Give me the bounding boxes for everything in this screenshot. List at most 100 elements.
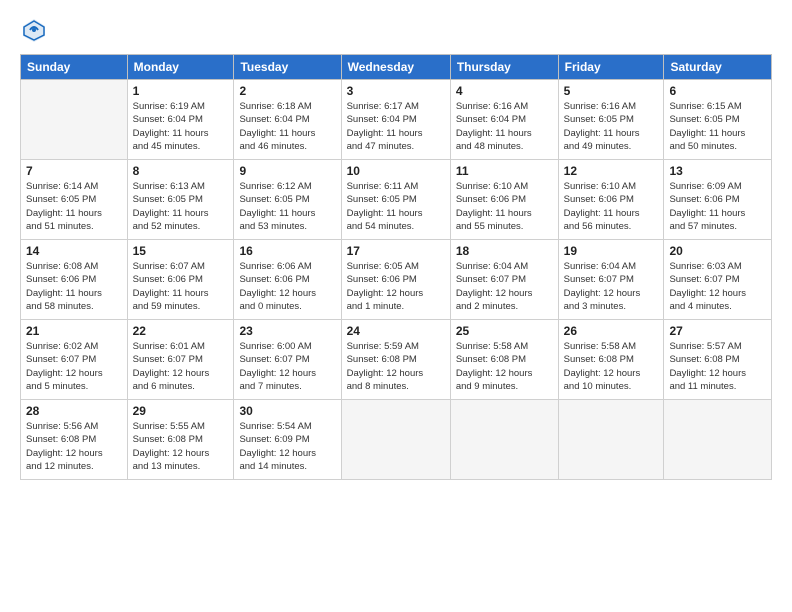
day-number: 1 — [133, 84, 229, 98]
day-number: 15 — [133, 244, 229, 258]
day-number: 11 — [456, 164, 553, 178]
day-of-week-header: Friday — [558, 55, 664, 80]
day-info: Sunrise: 5:57 AM Sunset: 6:08 PM Dayligh… — [669, 340, 766, 393]
calendar-cell: 2Sunrise: 6:18 AM Sunset: 6:04 PM Daylig… — [234, 80, 341, 160]
day-number: 26 — [564, 324, 659, 338]
day-number: 27 — [669, 324, 766, 338]
calendar-cell: 22Sunrise: 6:01 AM Sunset: 6:07 PM Dayli… — [127, 320, 234, 400]
day-info: Sunrise: 6:09 AM Sunset: 6:06 PM Dayligh… — [669, 180, 766, 233]
calendar-cell — [341, 400, 450, 480]
day-info: Sunrise: 5:59 AM Sunset: 6:08 PM Dayligh… — [347, 340, 445, 393]
day-of-week-header: Saturday — [664, 55, 772, 80]
calendar-week-row: 7 Sunrise: 6:14 AM Sunset: 6:05 PM Daylig… — [21, 160, 772, 240]
day-number: 24 — [347, 324, 445, 338]
calendar-cell: 9 Sunrise: 6:12 AM Sunset: 6:05 PM Daylig… — [234, 160, 341, 240]
calendar-cell: 8Sunrise: 6:13 AM Sunset: 6:05 PM Daylig… — [127, 160, 234, 240]
day-number: 19 — [564, 244, 659, 258]
day-info: Sunrise: 5:56 AM Sunset: 6:08 PM Dayligh… — [26, 420, 122, 473]
calendar-cell: 24 Sunrise: 5:59 AM Sunset: 6:08 PM Dayli… — [341, 320, 450, 400]
day-info: Sunrise: 6:06 AM Sunset: 6:06 PM Dayligh… — [239, 260, 335, 313]
day-info: Sunrise: 6:00 AM Sunset: 6:07 PM Dayligh… — [239, 340, 335, 393]
day-info: Sunrise: 6:05 AM Sunset: 6:06 PM Dayligh… — [347, 260, 445, 313]
day-number: 16 — [239, 244, 335, 258]
calendar-cell — [558, 400, 664, 480]
day-info: Sunrise: 6:19 AM Sunset: 6:04 PM Dayligh… — [133, 100, 229, 153]
day-info: Sunrise: 6:14 AM Sunset: 6:05 PM Dayligh… — [26, 180, 122, 233]
day-info: Sunrise: 6:10 AM Sunset: 6:06 PM Dayligh… — [456, 180, 553, 233]
calendar-cell: 29 Sunrise: 5:55 AM Sunset: 6:08 PM Dayli… — [127, 400, 234, 480]
day-of-week-header: Tuesday — [234, 55, 341, 80]
calendar-cell: 20 Sunrise: 6:03 AM Sunset: 6:07 PM Dayli… — [664, 240, 772, 320]
day-info: Sunrise: 6:18 AM Sunset: 6:04 PM Dayligh… — [239, 100, 335, 153]
day-info: Sunrise: 5:54 AM Sunset: 6:09 PM Dayligh… — [239, 420, 335, 473]
day-number: 17 — [347, 244, 445, 258]
day-number: 6 — [669, 84, 766, 98]
calendar-week-row: 1 Sunrise: 6:19 AM Sunset: 6:04 PM Daylig… — [21, 80, 772, 160]
calendar-week-row: 14 Sunrise: 6:08 AM Sunset: 6:06 PM Dayli… — [21, 240, 772, 320]
calendar-cell — [450, 400, 558, 480]
day-number: 12 — [564, 164, 659, 178]
day-number: 14 — [26, 244, 122, 258]
calendar-cell: 10 Sunrise: 6:11 AM Sunset: 6:05 PM Dayli… — [341, 160, 450, 240]
calendar-cell: 3 Sunrise: 6:17 AM Sunset: 6:04 PM Daylig… — [341, 80, 450, 160]
day-number: 8 — [133, 164, 229, 178]
day-number: 10 — [347, 164, 445, 178]
day-info: Sunrise: 6:08 AM Sunset: 6:06 PM Dayligh… — [26, 260, 122, 313]
day-info: Sunrise: 6:03 AM Sunset: 6:07 PM Dayligh… — [669, 260, 766, 313]
calendar-cell — [664, 400, 772, 480]
calendar-header-row: SundayMondayTuesdayWednesdayThursdayFrid… — [21, 55, 772, 80]
calendar-cell: 23 Sunrise: 6:00 AM Sunset: 6:07 PM Dayli… — [234, 320, 341, 400]
calendar-week-row: 28 Sunrise: 5:56 AM Sunset: 6:08 PM Dayli… — [21, 400, 772, 480]
calendar-cell: 13Sunrise: 6:09 AM Sunset: 6:06 PM Dayli… — [664, 160, 772, 240]
day-info: Sunrise: 6:04 AM Sunset: 6:07 PM Dayligh… — [564, 260, 659, 313]
calendar-cell: 16 Sunrise: 6:06 AM Sunset: 6:06 PM Dayli… — [234, 240, 341, 320]
day-number: 4 — [456, 84, 553, 98]
calendar-cell: 14 Sunrise: 6:08 AM Sunset: 6:06 PM Dayli… — [21, 240, 128, 320]
calendar-cell — [21, 80, 128, 160]
day-info: Sunrise: 6:16 AM Sunset: 6:04 PM Dayligh… — [456, 100, 553, 153]
calendar-cell: 5 Sunrise: 6:16 AM Sunset: 6:05 PM Daylig… — [558, 80, 664, 160]
day-number: 5 — [564, 84, 659, 98]
day-number: 23 — [239, 324, 335, 338]
calendar-week-row: 21 Sunrise: 6:02 AM Sunset: 6:07 PM Dayli… — [21, 320, 772, 400]
day-number: 21 — [26, 324, 122, 338]
calendar-cell: 21 Sunrise: 6:02 AM Sunset: 6:07 PM Dayli… — [21, 320, 128, 400]
day-info: Sunrise: 6:10 AM Sunset: 6:06 PM Dayligh… — [564, 180, 659, 233]
day-number: 25 — [456, 324, 553, 338]
calendar-cell: 30 Sunrise: 5:54 AM Sunset: 6:09 PM Dayli… — [234, 400, 341, 480]
day-info: Sunrise: 6:04 AM Sunset: 6:07 PM Dayligh… — [456, 260, 553, 313]
calendar-cell: 26 Sunrise: 5:58 AM Sunset: 6:08 PM Dayli… — [558, 320, 664, 400]
calendar-cell: 27 Sunrise: 5:57 AM Sunset: 6:08 PM Dayli… — [664, 320, 772, 400]
day-number: 29 — [133, 404, 229, 418]
calendar-cell: 19 Sunrise: 6:04 AM Sunset: 6:07 PM Dayli… — [558, 240, 664, 320]
calendar-cell: 4 Sunrise: 6:16 AM Sunset: 6:04 PM Daylig… — [450, 80, 558, 160]
calendar-cell: 6 Sunrise: 6:15 AM Sunset: 6:05 PM Daylig… — [664, 80, 772, 160]
page: SundayMondayTuesdayWednesdayThursdayFrid… — [0, 0, 792, 612]
day-info: Sunrise: 5:55 AM Sunset: 6:08 PM Dayligh… — [133, 420, 229, 473]
day-info: Sunrise: 6:15 AM Sunset: 6:05 PM Dayligh… — [669, 100, 766, 153]
day-number: 7 — [26, 164, 122, 178]
day-number: 22 — [133, 324, 229, 338]
calendar-cell: 1 Sunrise: 6:19 AM Sunset: 6:04 PM Daylig… — [127, 80, 234, 160]
calendar-cell: 28 Sunrise: 5:56 AM Sunset: 6:08 PM Dayli… — [21, 400, 128, 480]
calendar-cell: 7 Sunrise: 6:14 AM Sunset: 6:05 PM Daylig… — [21, 160, 128, 240]
day-number: 18 — [456, 244, 553, 258]
day-info: Sunrise: 6:11 AM Sunset: 6:05 PM Dayligh… — [347, 180, 445, 233]
day-number: 9 — [239, 164, 335, 178]
calendar-cell: 25Sunrise: 5:58 AM Sunset: 6:08 PM Dayli… — [450, 320, 558, 400]
calendar-cell: 18 Sunrise: 6:04 AM Sunset: 6:07 PM Dayli… — [450, 240, 558, 320]
logo — [20, 16, 52, 44]
calendar-cell: 17 Sunrise: 6:05 AM Sunset: 6:06 PM Dayli… — [341, 240, 450, 320]
day-info: Sunrise: 6:17 AM Sunset: 6:04 PM Dayligh… — [347, 100, 445, 153]
day-number: 30 — [239, 404, 335, 418]
day-info: Sunrise: 6:07 AM Sunset: 6:06 PM Dayligh… — [133, 260, 229, 313]
day-number: 20 — [669, 244, 766, 258]
day-number: 28 — [26, 404, 122, 418]
day-of-week-header: Sunday — [21, 55, 128, 80]
day-info: Sunrise: 6:16 AM Sunset: 6:05 PM Dayligh… — [564, 100, 659, 153]
day-info: Sunrise: 5:58 AM Sunset: 6:08 PM Dayligh… — [564, 340, 659, 393]
day-info: Sunrise: 6:12 AM Sunset: 6:05 PM Dayligh… — [239, 180, 335, 233]
day-info: Sunrise: 6:02 AM Sunset: 6:07 PM Dayligh… — [26, 340, 122, 393]
day-number: 3 — [347, 84, 445, 98]
day-of-week-header: Monday — [127, 55, 234, 80]
